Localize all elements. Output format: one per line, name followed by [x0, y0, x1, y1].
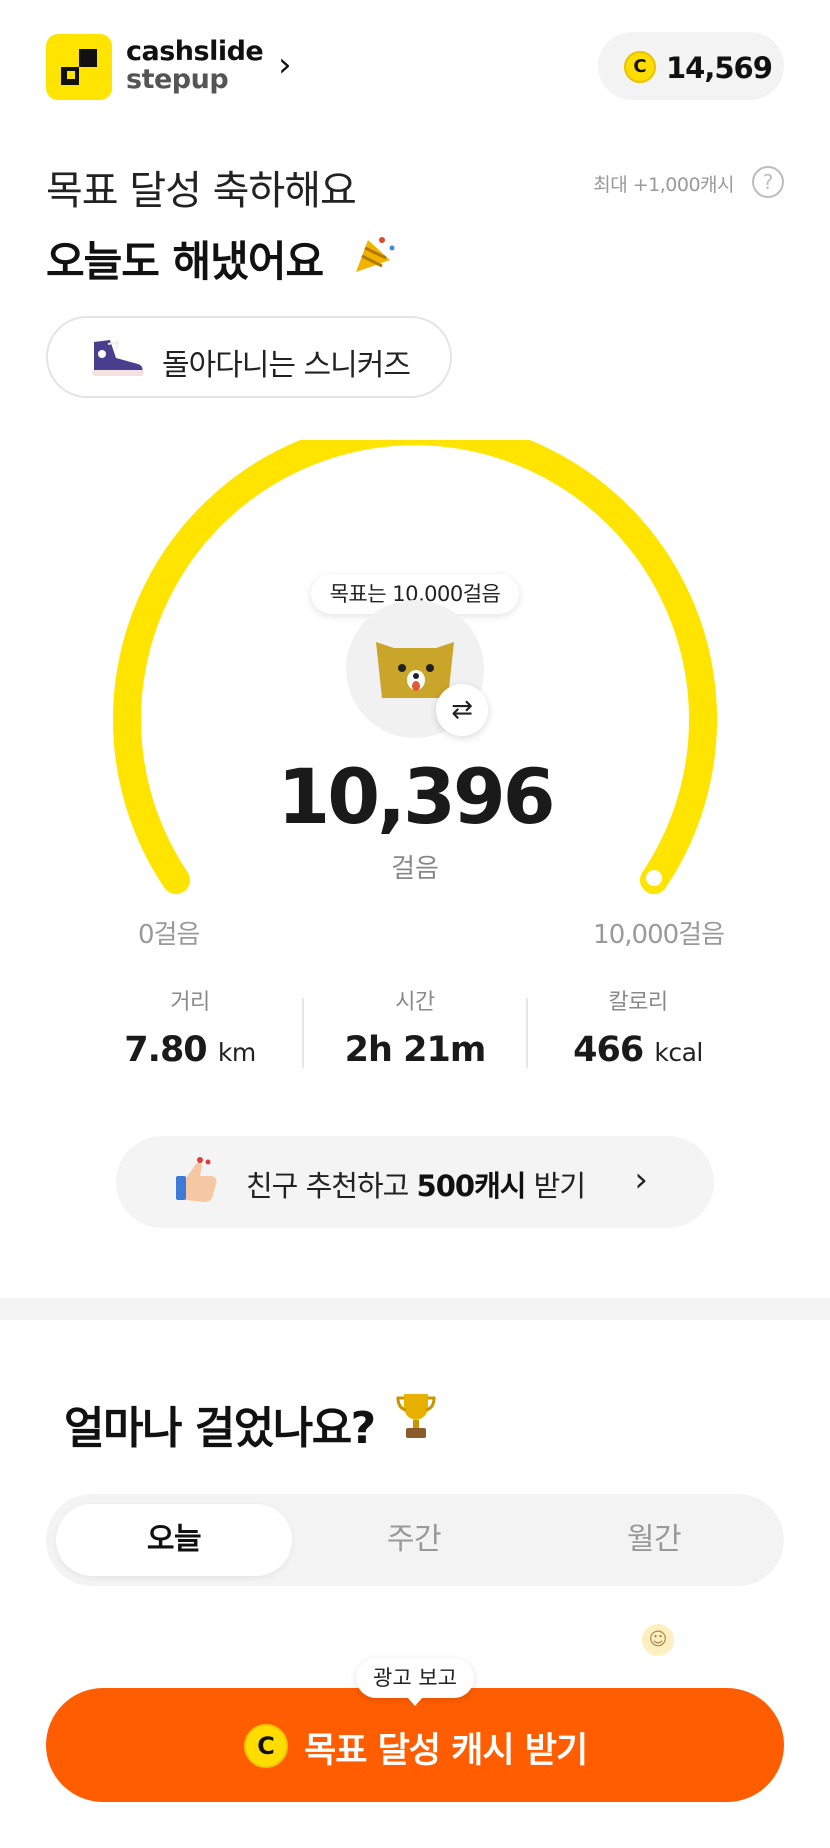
- stat-distance-value-row: 7.80 km: [90, 1030, 290, 1070]
- stat-calories-label: 칼로리: [608, 990, 668, 1015]
- trophy-icon: [396, 1394, 436, 1438]
- ad-tooltip: 광고 보고: [356, 1658, 474, 1706]
- stat-divider: [302, 998, 304, 1068]
- party-popper-icon: [356, 237, 395, 272]
- gauge-max-label: 10,000걸음: [593, 920, 725, 950]
- history-heading: 얼마나 걸었나요?: [64, 1403, 376, 1454]
- chevron-right-icon: ›: [634, 1160, 648, 1200]
- cash-balance-pill[interactable]: C 14,569: [598, 32, 784, 100]
- steps-unit: 걸음: [391, 854, 439, 884]
- claim-reward-label: 목표 달성 캐시 받기: [304, 1731, 588, 1771]
- stat-calories-value-row: 466 kcal: [538, 1030, 738, 1070]
- stairs-icon: [61, 49, 97, 85]
- refer-friend-button[interactable]: 친구 추천하고 500캐시 받기 ›: [116, 1136, 714, 1228]
- refer-text-after: 받기: [525, 1169, 586, 1203]
- stat-distance: 거리 7.80 km: [90, 984, 290, 1070]
- hero-title-line2: 오늘도 해냈어요: [46, 237, 324, 286]
- stat-calories: 칼로리 466 kcal: [538, 984, 738, 1070]
- swap-icon[interactable]: ⇄: [436, 684, 488, 736]
- stat-distance-label: 거리: [170, 990, 210, 1015]
- tab-weekly[interactable]: 주간: [296, 1504, 532, 1576]
- brand-name[interactable]: cashslide stepup: [126, 36, 264, 95]
- sneaker-icon: [92, 340, 144, 376]
- max-reward-note: 최대 +1,000캐시: [593, 174, 734, 196]
- cash-balance-value: 14,569: [666, 51, 773, 85]
- refer-text: 친구 추천하고 500캐시 받기: [246, 1163, 586, 1205]
- gauge-min-label: 0걸음: [138, 920, 200, 950]
- stat-time: 시간 2h 21m: [315, 984, 515, 1070]
- badge-pill[interactable]: 돌아다니는 스니커즈: [46, 316, 452, 398]
- badge-label: 돌아다니는 스니커즈: [162, 348, 411, 383]
- help-icon[interactable]: ?: [752, 166, 784, 198]
- hero-title-line1: 목표 달성 축하해요: [46, 168, 357, 214]
- tab-monthly[interactable]: 월간: [536, 1504, 772, 1576]
- coin-icon: C: [624, 51, 656, 83]
- section-divider: [0, 1298, 830, 1320]
- period-tabs: 오늘 주간 월간: [46, 1494, 784, 1586]
- app-header: cashslide stepup › C 14,569: [46, 30, 784, 102]
- coin-icon: C: [244, 1724, 288, 1768]
- tab-today[interactable]: 오늘: [56, 1504, 292, 1576]
- refer-text-bold: 500캐시: [416, 1169, 527, 1203]
- stat-time-value: 2h 21m: [344, 1030, 487, 1070]
- wink-emoji-icon: ☺: [642, 1624, 674, 1656]
- thumbs-up-icon: [176, 1157, 217, 1202]
- brand-line1: cashslide: [126, 36, 264, 67]
- cashslide-logo[interactable]: [46, 34, 112, 100]
- chevron-right-icon[interactable]: ›: [278, 48, 292, 82]
- stat-divider: [526, 998, 528, 1068]
- stat-calories-unit: kcal: [654, 1038, 703, 1067]
- brand-line2: stepup: [126, 64, 229, 95]
- stat-distance-unit: km: [217, 1038, 256, 1067]
- refer-text-before: 친구 추천하고: [246, 1169, 417, 1203]
- stat-time-label: 시간: [395, 990, 435, 1015]
- steps-count: 10,396: [277, 752, 555, 841]
- stat-calories-value: 466: [573, 1030, 644, 1070]
- stat-distance-value: 7.80: [124, 1030, 207, 1070]
